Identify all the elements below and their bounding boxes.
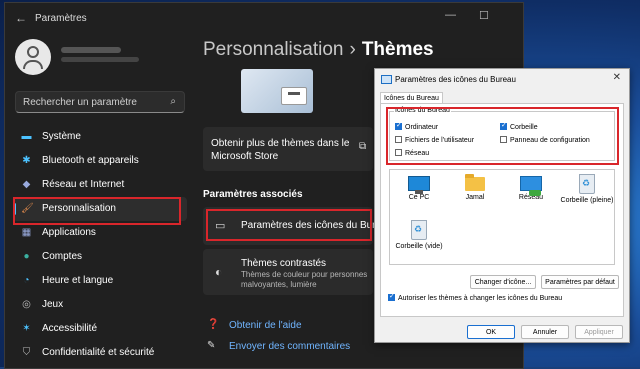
wifi-icon: ◆	[22, 179, 31, 190]
back-arrow-icon[interactable]: ←	[15, 11, 27, 25]
highlight-box-desktop-icons	[206, 209, 372, 241]
bin-icon	[411, 220, 427, 240]
sidebar-item-label: Heure et langue	[42, 275, 114, 286]
sidebar-nav: ▬ Système ✱ Bluetooth et appareils ◆ Réseau e…	[13, 125, 187, 365]
blurred-username	[61, 47, 121, 53]
help-icon: ❓	[207, 319, 220, 330]
open-store-icon[interactable]: ⧉	[359, 141, 366, 152]
close-icon[interactable]: ✕	[613, 72, 621, 83]
app-title: Paramètres	[35, 13, 87, 24]
sidebar-item-0[interactable]: ▬ Système	[13, 125, 187, 149]
dialog-title: Paramètres des icônes du Bureau	[395, 75, 516, 84]
allow-themes-checkbox[interactable]: Autoriser les thèmes à changer les icône…	[388, 292, 563, 302]
avatar	[15, 39, 51, 75]
breadcrumb-parent[interactable]: Personnalisation	[203, 39, 343, 60]
desktop-icon-item[interactable]: Réseau	[504, 174, 558, 201]
default-settings-button[interactable]: Paramètres par défaut	[541, 275, 619, 289]
person-icon: ●	[23, 251, 30, 262]
gamepad-icon: ◎	[22, 299, 31, 310]
store-themes-card[interactable]: Obtenir plus de thèmes dans le Microsoft…	[203, 127, 373, 171]
search-input[interactable]: Rechercher un paramètre ⌕	[15, 91, 185, 113]
sidebar-item-5[interactable]: ● Comptes	[13, 245, 187, 269]
desktop-icon-item[interactable]: Corbeille (vide)	[392, 220, 446, 250]
related-settings-title: Paramètres associés	[203, 189, 303, 200]
theme-thumbnail[interactable]	[241, 69, 313, 113]
desktop-icon-label: Ce PC	[408, 194, 430, 201]
sidebar-item-label: Bluetooth et appareils	[42, 155, 139, 166]
contrast-subtitle: Thèmes de couleur pour personnes malvoya…	[241, 270, 368, 289]
pc-icon	[408, 176, 430, 194]
sidebar-item-6[interactable]: ◔ Heure et langue	[13, 269, 187, 293]
checkbox-checked-icon[interactable]	[388, 292, 395, 301]
desktop-icon-label: Corbeille (pleine)	[560, 197, 614, 204]
change-icon-button[interactable]: Changer d'icône...	[470, 275, 536, 289]
monitor-icon: ▬	[21, 131, 32, 142]
store-card-text: Obtenir plus de thèmes dans le Microsoft…	[211, 138, 350, 162]
cancel-button[interactable]: Annuler	[521, 325, 569, 339]
globe-icon: ◔	[23, 275, 30, 286]
apply-button[interactable]: Appliquer	[575, 325, 623, 339]
help-link[interactable]: Obtenir de l'aide	[229, 320, 302, 331]
feedback-link[interactable]: Envoyer des commentaires	[229, 341, 350, 352]
desktop-icon-item[interactable]: Ce PC	[392, 174, 446, 201]
sidebar-item-1[interactable]: ✱ Bluetooth et appareils	[13, 149, 187, 173]
desktop-icon-label: Jamal	[465, 194, 485, 201]
contrast-title: Thèmes contrastés	[241, 258, 327, 269]
sidebar-item-label: Confidentialité et sécurité	[42, 347, 155, 358]
contrast-themes-card[interactable]: ◐ Thèmes contrastés Thèmes de couleur po…	[203, 249, 373, 295]
desktop-icon-item[interactable]: Jamal	[448, 174, 502, 201]
sidebar-item-label: Système	[42, 131, 81, 142]
dialog-app-icon	[381, 75, 392, 84]
search-icon[interactable]: ⌕	[170, 96, 176, 107]
net-icon	[520, 176, 542, 196]
feedback-icon: ✎	[207, 340, 216, 351]
sidebar-item-label: Comptes	[42, 251, 83, 262]
ok-button[interactable]: OK	[467, 325, 515, 339]
sidebar-item-8[interactable]: ✶ Accessibilité	[13, 317, 187, 341]
bluetooth-icon: ✱	[22, 155, 31, 166]
sidebar-item-label: Applications	[42, 227, 96, 238]
sidebar-item-2[interactable]: ◆ Réseau et Internet	[13, 173, 187, 197]
sidebar-item-label: Réseau et Internet	[42, 179, 125, 190]
bin-icon	[579, 174, 595, 194]
desktop-icon-label: Corbeille (vide)	[395, 243, 443, 250]
folder-icon	[465, 174, 485, 191]
shield-icon: ⛉	[22, 347, 31, 358]
apps-icon: ▦	[21, 227, 32, 238]
desktop-icons-dialog: Paramètres des icônes du Bureau ✕ Icônes…	[374, 68, 630, 343]
highlight-box-personnalisation	[13, 197, 181, 225]
breadcrumb-separator: ›	[349, 39, 356, 60]
sidebar-item-9[interactable]: ⛉ Confidentialité et sécurité	[13, 341, 187, 365]
breadcrumb-current: Thèmes	[361, 39, 434, 60]
allow-themes-label: Autoriser les thèmes à changer les icône…	[398, 295, 563, 302]
desktop-icon-item[interactable]: Corbeille (pleine)	[560, 174, 614, 204]
sidebar-item-label: Jeux	[42, 299, 64, 310]
blurred-email	[61, 57, 139, 62]
page-title: Personnalisation › Thèmes	[203, 39, 434, 61]
accessibility-icon: ✶	[22, 323, 31, 334]
sidebar-item-7[interactable]: ◎ Jeux	[13, 293, 187, 317]
highlight-box-checkboxes	[386, 107, 619, 165]
sidebar-item-label: Accessibilité	[42, 323, 98, 334]
icon-preview-list[interactable]: Ce PC Jamal RéseauCorbeille (pleine) Corbei…	[389, 169, 615, 265]
search-placeholder: Rechercher un paramètre	[23, 97, 137, 108]
theme-preview-card[interactable]	[203, 67, 373, 119]
contrast-icon: ◐	[215, 265, 223, 279]
